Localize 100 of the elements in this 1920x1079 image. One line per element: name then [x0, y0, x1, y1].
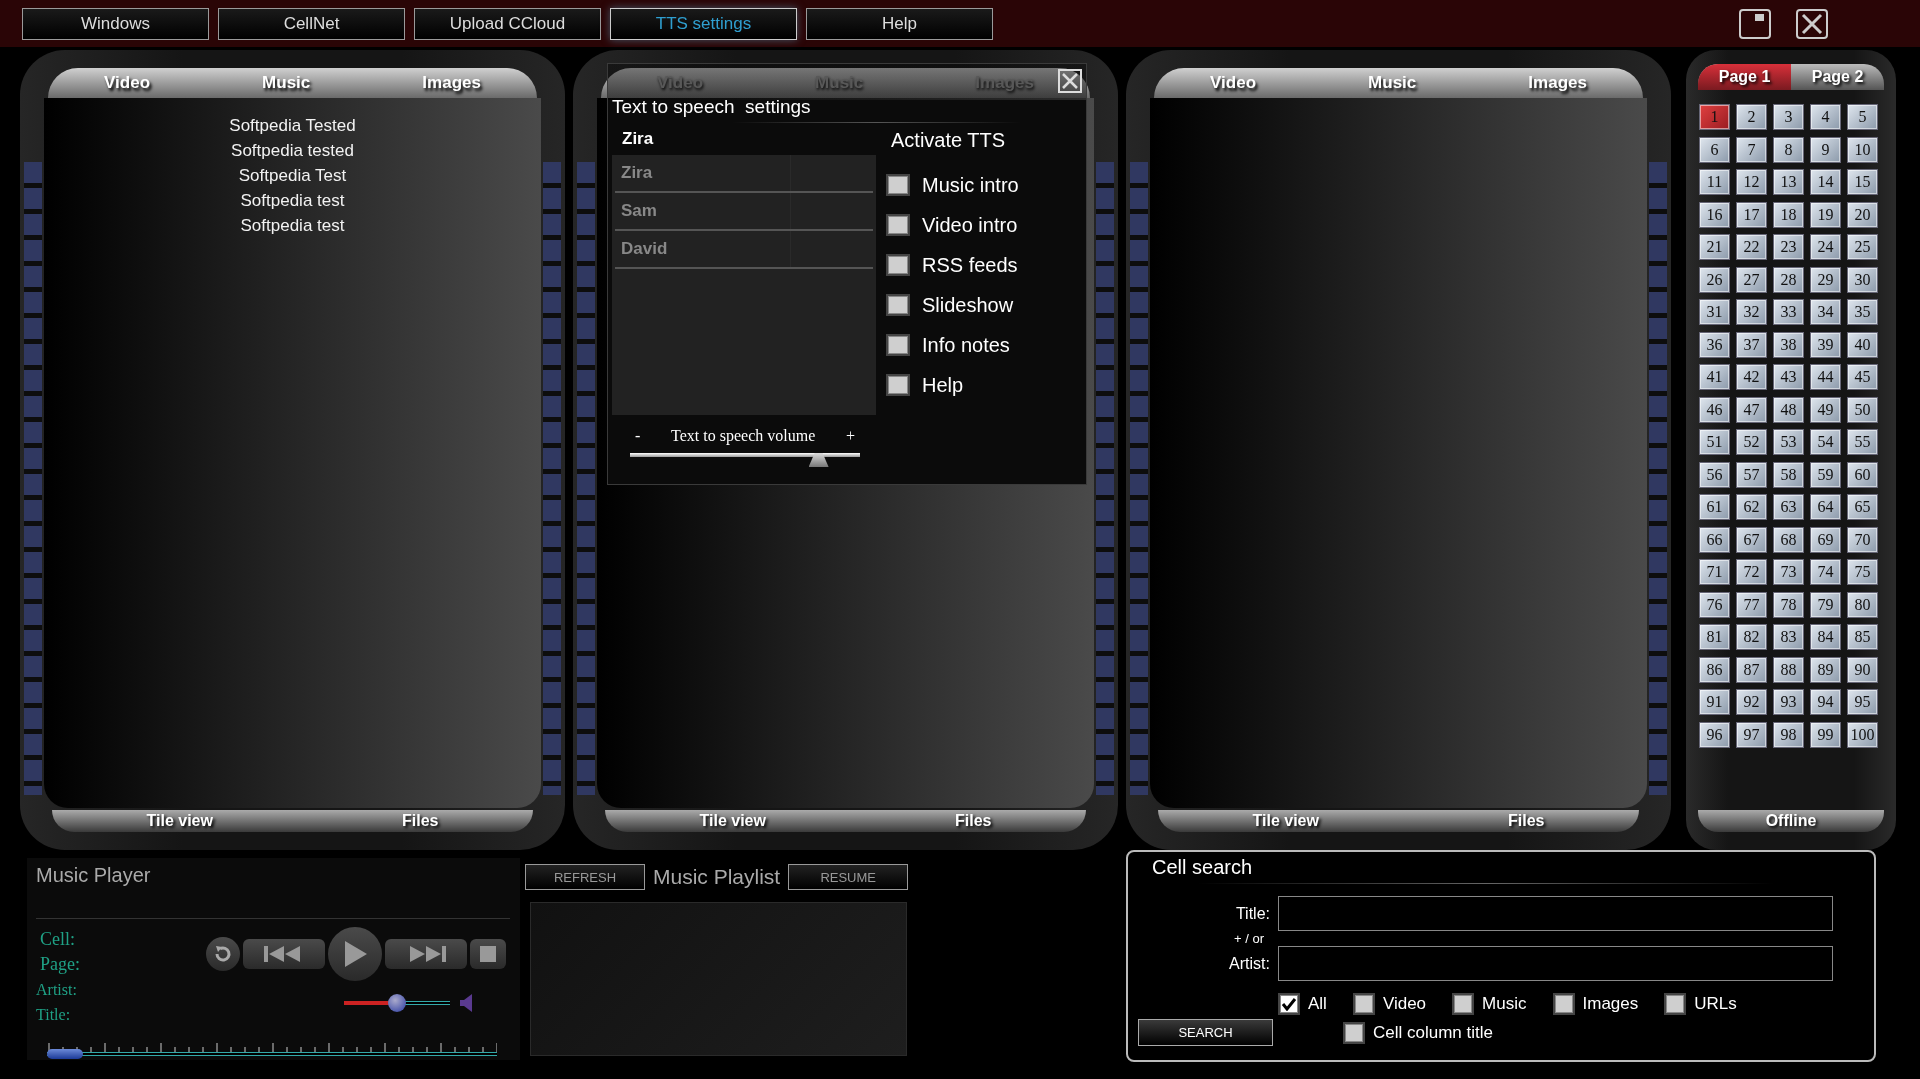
cell-button[interactable]: 47: [1736, 396, 1767, 423]
cell-button[interactable]: 69: [1810, 526, 1841, 553]
cell-button[interactable]: 77: [1736, 591, 1767, 618]
cell-button[interactable]: 17: [1736, 201, 1767, 228]
cell-button[interactable]: 93: [1773, 689, 1804, 715]
cell-button[interactable]: 79: [1810, 591, 1841, 618]
cell-button[interactable]: 49: [1810, 396, 1841, 423]
cell-button[interactable]: 50: [1847, 396, 1878, 423]
cell-button[interactable]: 54: [1810, 429, 1841, 455]
page-tab[interactable]: Page 1: [1698, 64, 1791, 90]
cell-button[interactable]: 38: [1773, 331, 1804, 358]
cell-button[interactable]: 42: [1736, 364, 1767, 390]
cell-button[interactable]: 25: [1847, 234, 1878, 260]
cell-button[interactable]: 9: [1810, 136, 1841, 163]
view-tab[interactable]: Tile view: [699, 812, 766, 830]
view-tab[interactable]: Tile view: [146, 812, 213, 830]
cell-button[interactable]: 61: [1699, 494, 1730, 520]
checkbox[interactable]: [1278, 993, 1300, 1015]
cell-button[interactable]: 64: [1810, 494, 1841, 520]
cell-button[interactable]: 20: [1847, 201, 1878, 228]
cell-button[interactable]: 35: [1847, 299, 1878, 325]
checkbox[interactable]: [886, 214, 910, 236]
cell-button[interactable]: 63: [1773, 494, 1804, 520]
cell-button[interactable]: 34: [1810, 299, 1841, 325]
cell-button[interactable]: 87: [1736, 656, 1767, 683]
cell-button[interactable]: 95: [1847, 689, 1878, 715]
cell-button[interactable]: 23: [1773, 234, 1804, 260]
view-tab[interactable]: Files: [402, 812, 439, 830]
refresh-button[interactable]: REFRESH: [525, 864, 645, 890]
cell-button[interactable]: 8: [1773, 136, 1804, 163]
menu-button[interactable]: Windows: [22, 7, 209, 40]
checkbox[interactable]: [1664, 993, 1687, 1015]
cell-button[interactable]: 80: [1847, 591, 1878, 618]
play-button[interactable]: [328, 927, 382, 981]
cell-button[interactable]: 62: [1736, 494, 1767, 520]
cell-button[interactable]: 7: [1736, 136, 1767, 163]
cell-button[interactable]: 28: [1773, 266, 1804, 293]
cell-button[interactable]: 75: [1847, 559, 1878, 585]
cell-button[interactable]: 55: [1847, 429, 1878, 455]
cell-button[interactable]: 66: [1699, 526, 1730, 553]
checkbox[interactable]: [886, 174, 910, 196]
cell-button[interactable]: 100: [1847, 721, 1878, 748]
checkbox[interactable]: [886, 254, 910, 276]
menu-button[interactable]: Help: [806, 7, 993, 40]
page-tab[interactable]: Page 2: [1791, 64, 1884, 90]
list-item[interactable]: Softpedia test: [240, 216, 345, 236]
checkbox[interactable]: [1343, 1021, 1365, 1044]
cell-button[interactable]: 88: [1773, 656, 1804, 683]
cell-button[interactable]: 91: [1699, 689, 1730, 715]
cell-button[interactable]: 84: [1810, 624, 1841, 650]
view-tab[interactable]: Tile view: [1252, 812, 1319, 830]
checkbox[interactable]: [1452, 993, 1475, 1015]
checkbox[interactable]: [886, 374, 910, 396]
cell-button[interactable]: 86: [1699, 656, 1730, 683]
list-item[interactable]: Softpedia Tested: [229, 116, 356, 136]
cell-button[interactable]: 2: [1736, 104, 1767, 130]
cell-button[interactable]: 43: [1773, 364, 1804, 390]
next-button[interactable]: [385, 939, 467, 969]
cell-button[interactable]: 37: [1736, 331, 1767, 358]
cell-button[interactable]: 78: [1773, 591, 1804, 618]
search-button[interactable]: SEARCH: [1138, 1019, 1273, 1046]
checkbox[interactable]: [1352, 993, 1375, 1015]
cell-button[interactable]: 99: [1810, 721, 1841, 748]
cell-button[interactable]: 58: [1773, 461, 1804, 488]
cell-button[interactable]: 26: [1699, 266, 1730, 293]
stop-button[interactable]: [470, 939, 506, 969]
cell-button[interactable]: 98: [1773, 721, 1804, 748]
cell-button[interactable]: 76: [1699, 591, 1730, 618]
cell-button[interactable]: 13: [1773, 169, 1804, 195]
cell-button[interactable]: 29: [1810, 266, 1841, 293]
cell-button[interactable]: 33: [1773, 299, 1804, 325]
voice-item[interactable]: Zira: [615, 155, 873, 193]
cell-button[interactable]: 27: [1736, 266, 1767, 293]
cell-button[interactable]: 96: [1699, 721, 1730, 748]
cell-button[interactable]: 11: [1699, 169, 1730, 195]
cell-button[interactable]: 82: [1736, 624, 1767, 650]
close-icon[interactable]: [1796, 8, 1828, 39]
cell-button[interactable]: 14: [1810, 169, 1841, 195]
cell-button[interactable]: 70: [1847, 526, 1878, 553]
cell-button[interactable]: 30: [1847, 266, 1878, 293]
cell-button[interactable]: 59: [1810, 461, 1841, 488]
cell-button[interactable]: 15: [1847, 169, 1878, 195]
repeat-button[interactable]: [206, 937, 240, 971]
cell-button[interactable]: 12: [1736, 169, 1767, 195]
cell-button[interactable]: 31: [1699, 299, 1730, 325]
title-field[interactable]: [1278, 896, 1833, 931]
cell-button[interactable]: 89: [1810, 656, 1841, 683]
cell-button[interactable]: 46: [1699, 396, 1730, 423]
cell-button[interactable]: 39: [1810, 331, 1841, 358]
cell-button[interactable]: 92: [1736, 689, 1767, 715]
cell-button[interactable]: 10: [1847, 136, 1878, 163]
cell-button[interactable]: 73: [1773, 559, 1804, 585]
cell-button[interactable]: 85: [1847, 624, 1878, 650]
cell-button[interactable]: 36: [1699, 331, 1730, 358]
list-item[interactable]: Softpedia test: [240, 191, 345, 211]
list-item[interactable]: Softpedia Test: [238, 166, 347, 186]
voice-item[interactable]: Sam: [615, 193, 873, 231]
resume-button[interactable]: RESUME: [788, 864, 909, 890]
cell-button[interactable]: 56: [1699, 461, 1730, 488]
artist-field[interactable]: [1278, 946, 1833, 981]
